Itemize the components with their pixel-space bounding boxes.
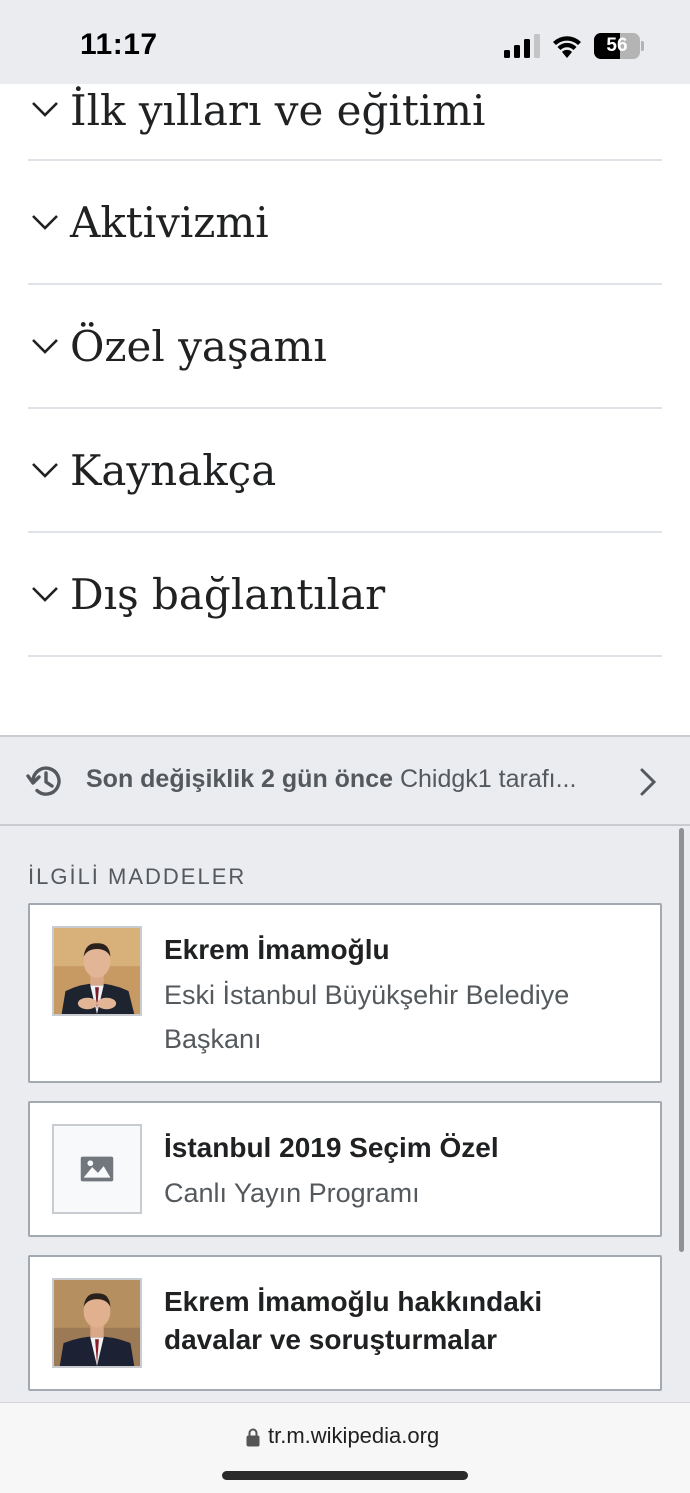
chevron-down-icon — [32, 215, 58, 230]
portrait-thumbnail — [52, 1278, 142, 1368]
related-card[interactable]: Ekrem İmamoğlu hakkındaki davalar ve sor… — [28, 1255, 662, 1391]
related-articles: İLGİLİ MADDELER Ekrem İmamoğlu Eski İsta… — [0, 826, 690, 1402]
section-activism[interactable]: Aktivizmi — [28, 161, 662, 285]
section-external-links[interactable]: Dış bağlantılar — [28, 533, 662, 657]
battery-icon: 56 — [594, 33, 644, 59]
section-early-years[interactable]: İlk yılları ve eğitimi — [28, 84, 662, 161]
related-heading: İLGİLİ MADDELER — [28, 864, 247, 889]
section-private-life[interactable]: Özel yaşamı — [28, 285, 662, 409]
section-title: Özel yaşamı — [70, 321, 327, 371]
battery-level: 56 — [606, 35, 628, 56]
chevron-down-icon — [32, 463, 58, 478]
status-bar: 11:17 56 — [0, 0, 690, 84]
card-description: Eski İstanbul Büyükşehir Belediye Başkan… — [164, 980, 570, 1054]
last-modified-bar[interactable]: Son değişiklik 2 gün önce Chidgk1 tarafı… — [0, 735, 690, 826]
lock-icon — [246, 1428, 260, 1447]
card-description: Canlı Yayın Programı — [164, 1178, 420, 1208]
chevron-down-icon — [32, 102, 58, 117]
section-title: Kaynakça — [70, 445, 277, 495]
related-card[interactable]: İstanbul 2019 Seçim Özel Canlı Yayın Pro… — [28, 1101, 662, 1237]
home-indicator[interactable] — [222, 1471, 468, 1480]
section-title: İlk yılları ve eğitimi — [70, 86, 486, 135]
chevron-down-icon — [32, 339, 58, 354]
section-title: Dış bağlantılar — [70, 569, 386, 619]
card-title: İstanbul 2019 Seçim Özel — [164, 1132, 499, 1163]
last-modified-label: Son değişiklik 2 gün önce — [86, 765, 394, 793]
article-sections: İlk yılları ve eğitimi Aktivizmi Özel ya… — [28, 84, 662, 657]
browser-url-bar[interactable]: tr.m.wikipedia.org — [0, 1402, 690, 1493]
chevron-right-icon — [640, 768, 657, 796]
scrollbar[interactable] — [679, 828, 684, 1252]
cellular-signal-icon — [504, 34, 540, 58]
section-references[interactable]: Kaynakça — [28, 409, 662, 533]
card-title: Ekrem İmamoğlu — [164, 934, 390, 965]
section-title: Aktivizmi — [70, 197, 269, 247]
status-time: 11:17 — [80, 28, 158, 61]
related-card[interactable]: Ekrem İmamoğlu Eski İstanbul Büyükşehir … — [28, 903, 662, 1083]
last-modified-editor: Chidgk1 tarafı... — [399, 765, 577, 793]
card-title: Ekrem İmamoğlu hakkındaki davalar ve sor… — [164, 1286, 543, 1355]
wifi-icon — [553, 36, 581, 58]
chevron-down-icon — [32, 587, 58, 602]
url-text: tr.m.wikipedia.org — [268, 1423, 440, 1448]
last-modified-text: Son değişiklik 2 gün önce Chidgk1 tarafı… — [86, 765, 606, 794]
history-icon — [26, 766, 61, 796]
image-placeholder-icon — [52, 1124, 142, 1214]
portrait-thumbnail — [52, 926, 142, 1016]
